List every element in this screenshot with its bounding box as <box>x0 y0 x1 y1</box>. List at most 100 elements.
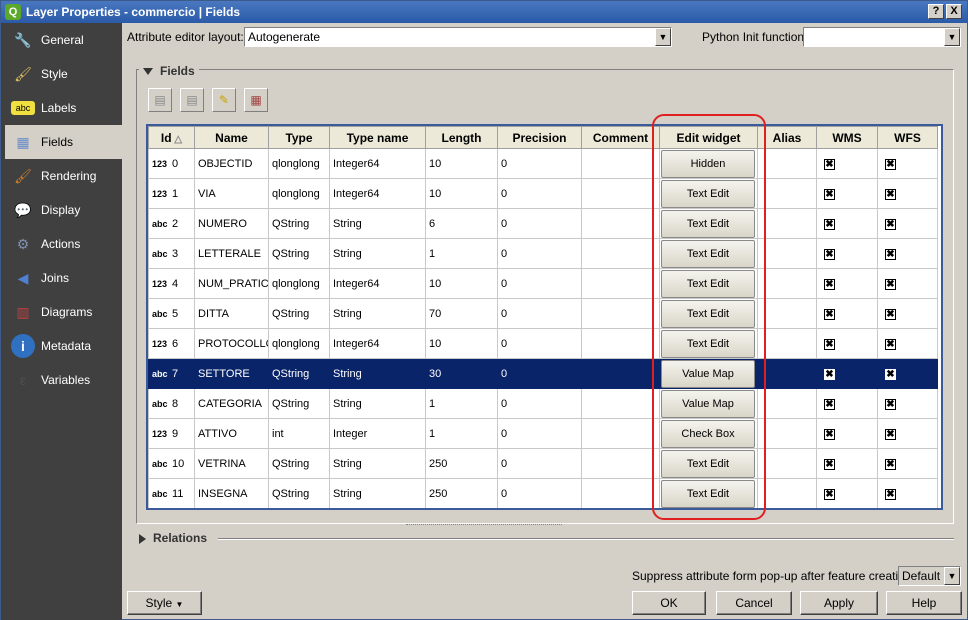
cell-type-name[interactable]: Integer <box>329 418 426 449</box>
cell-alias[interactable] <box>757 358 817 389</box>
cell-type-name[interactable]: String <box>329 298 426 329</box>
wms-checkbox[interactable]: ✖ <box>824 428 835 440</box>
chevron-down-icon[interactable]: ▼ <box>655 28 671 46</box>
wfs-checkbox[interactable]: ✖ <box>885 488 896 500</box>
cell-precision[interactable]: 0 <box>497 478 582 508</box>
delete-field-button[interactable]: ▤ <box>180 88 204 112</box>
cell-length[interactable]: 6 <box>425 208 498 239</box>
cell-comment[interactable] <box>581 148 660 179</box>
edit-widget-button[interactable]: Value Map <box>661 359 755 388</box>
table-row[interactable]: abc 7 SETTORE QString String 30 0 Value Map ✖ ✖ <box>148 358 938 389</box>
table-row[interactable]: 123 1 VIA qlonglong Integer64 10 0 Text Edit ✖ ✖ <box>148 178 938 209</box>
wfs-checkbox[interactable]: ✖ <box>885 278 896 290</box>
cell-alias[interactable] <box>757 238 817 269</box>
cell-name[interactable]: NUM_PRATIC <box>194 268 269 299</box>
edit-widget-button[interactable]: Text Edit <box>661 449 755 478</box>
toggle-editing-button[interactable]: ✎ <box>212 88 236 112</box>
edit-widget-button[interactable]: Text Edit <box>661 479 755 508</box>
cell-type[interactable]: qlonglong <box>268 268 330 299</box>
table-row[interactable]: 123 6 PROTOCOLLO qlonglong Integer64 10 0 Text … <box>148 328 938 359</box>
edit-widget-button[interactable]: Check Box <box>661 419 755 448</box>
cell-name[interactable]: LETTERALE <box>194 238 269 269</box>
table-row[interactable]: abc 11 INSEGNA QString String 250 0 Text Edit ✖ ✖ <box>148 478 938 508</box>
cell-alias[interactable] <box>757 388 817 419</box>
editor-layout-combo[interactable]: Autogenerate ▼ <box>244 27 672 47</box>
cell-type[interactable]: QString <box>268 478 330 508</box>
wms-checkbox[interactable]: ✖ <box>824 338 835 350</box>
column-header-wms[interactable]: WMS <box>816 126 878 149</box>
cancel-button[interactable]: Cancel <box>716 591 792 615</box>
wfs-checkbox[interactable]: ✖ <box>885 368 896 380</box>
cell-length[interactable]: 250 <box>425 478 498 508</box>
cell-type-name[interactable]: String <box>329 238 426 269</box>
new-field-button[interactable]: ▤ <box>148 88 172 112</box>
cell-comment[interactable] <box>581 328 660 359</box>
cell-length[interactable]: 10 <box>425 268 498 299</box>
cell-name[interactable]: NUMERO <box>194 208 269 239</box>
edit-widget-button[interactable]: Text Edit <box>661 239 755 268</box>
cell-comment[interactable] <box>581 478 660 508</box>
cell-comment[interactable] <box>581 358 660 389</box>
wfs-checkbox[interactable]: ✖ <box>885 158 896 170</box>
table-row[interactable]: 123 0 OBJECTID qlonglong Integer64 10 0 Hidden ✖… <box>148 148 938 179</box>
cell-type-name[interactable]: String <box>329 388 426 419</box>
wms-checkbox[interactable]: ✖ <box>824 188 835 200</box>
cell-precision[interactable]: 0 <box>497 208 582 239</box>
cell-alias[interactable] <box>757 478 817 508</box>
cell-type[interactable]: qlonglong <box>268 328 330 359</box>
column-header-type-name[interactable]: Type name <box>329 126 426 149</box>
cell-name[interactable]: PROTOCOLLO <box>194 328 269 359</box>
cell-length[interactable]: 250 <box>425 448 498 479</box>
wfs-checkbox[interactable]: ✖ <box>885 458 896 470</box>
cell-type[interactable]: QString <box>268 448 330 479</box>
wms-checkbox[interactable]: ✖ <box>824 398 835 410</box>
sidebar-item-display[interactable]: 💬 Display <box>1 193 122 227</box>
wms-checkbox[interactable]: ✖ <box>824 248 835 260</box>
column-header-id[interactable]: Id △ <box>148 126 195 149</box>
cell-alias[interactable] <box>757 178 817 209</box>
relations-group-toggle[interactable]: Relations <box>139 531 207 545</box>
wms-checkbox[interactable]: ✖ <box>824 488 835 500</box>
cell-type[interactable]: QString <box>268 388 330 419</box>
column-header-wfs[interactable]: WFS <box>877 126 938 149</box>
ok-button[interactable]: OK <box>632 591 706 615</box>
wms-checkbox[interactable]: ✖ <box>824 458 835 470</box>
cell-precision[interactable]: 0 <box>497 448 582 479</box>
column-header-length[interactable]: Length <box>425 126 498 149</box>
table-row[interactable]: abc 8 CATEGORIA QString String 1 0 Value Map ✖ ✖ <box>148 388 938 419</box>
cell-type-name[interactable]: String <box>329 448 426 479</box>
edit-widget-button[interactable]: Text Edit <box>661 329 755 358</box>
cell-type[interactable]: qlonglong <box>268 148 330 179</box>
cell-precision[interactable]: 0 <box>497 388 582 419</box>
cell-precision[interactable]: 0 <box>497 148 582 179</box>
apply-button[interactable]: Apply <box>800 591 878 615</box>
wfs-checkbox[interactable]: ✖ <box>885 398 896 410</box>
cell-length[interactable]: 30 <box>425 358 498 389</box>
cell-type-name[interactable]: String <box>329 208 426 239</box>
cell-length[interactable]: 10 <box>425 178 498 209</box>
cell-comment[interactable] <box>581 238 660 269</box>
cell-precision[interactable]: 0 <box>497 358 582 389</box>
table-row[interactable]: 123 4 NUM_PRATIC qlonglong Integer64 10 0 Text … <box>148 268 938 299</box>
cell-type-name[interactable]: String <box>329 478 426 508</box>
help-button[interactable]: Help <box>886 591 962 615</box>
cell-type-name[interactable]: Integer64 <box>329 268 426 299</box>
sidebar-item-fields[interactable]: ▦ Fields <box>5 125 122 159</box>
cell-length[interactable]: 70 <box>425 298 498 329</box>
cell-name[interactable]: VIA <box>194 178 269 209</box>
wfs-checkbox[interactable]: ✖ <box>885 188 896 200</box>
cell-comment[interactable] <box>581 448 660 479</box>
edit-widget-button[interactable]: Text Edit <box>661 179 755 208</box>
column-header-type[interactable]: Type <box>268 126 330 149</box>
column-header-name[interactable]: Name <box>194 126 269 149</box>
cell-type[interactable]: qlonglong <box>268 178 330 209</box>
table-row[interactable]: abc 2 NUMERO QString String 6 0 Text Edit ✖ ✖ <box>148 208 938 239</box>
cell-alias[interactable] <box>757 418 817 449</box>
wfs-checkbox[interactable]: ✖ <box>885 248 896 260</box>
sidebar-item-metadata[interactable]: i Metadata <box>1 329 122 363</box>
chevron-down-icon[interactable]: ▼ <box>944 28 960 46</box>
cell-alias[interactable] <box>757 448 817 479</box>
sidebar-item-joins[interactable]: ◀ Joins <box>1 261 122 295</box>
wfs-checkbox[interactable]: ✖ <box>885 338 896 350</box>
cell-precision[interactable]: 0 <box>497 178 582 209</box>
